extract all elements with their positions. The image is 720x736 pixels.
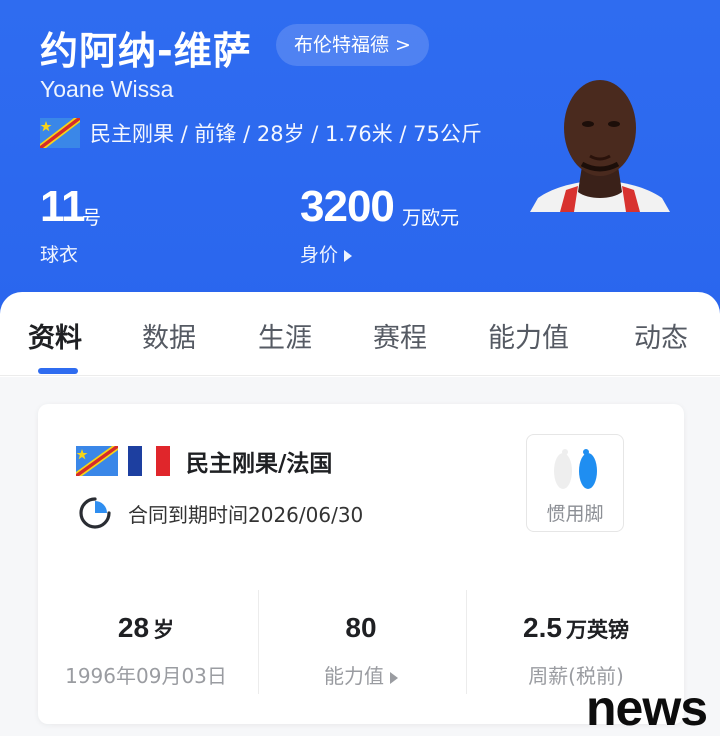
ability-label: 能力值: [324, 664, 384, 688]
nationality-text: 民主刚果/法国: [186, 451, 333, 477]
tab-data[interactable]: 数据: [142, 316, 196, 355]
birth-date: 1996年09月03日: [65, 664, 227, 688]
wage-value: 2.5: [523, 612, 562, 643]
contract-row: 合同到期时间2026/06/30: [78, 496, 363, 530]
tab-profile[interactable]: 资料: [28, 316, 82, 355]
preferred-foot-label: 惯用脚: [546, 503, 604, 525]
player-name-cn: 约阿纳-维萨: [40, 29, 252, 73]
contract-clock-icon: [79, 497, 111, 529]
player-avatar: [530, 80, 670, 212]
france-flag-icon: [128, 446, 170, 476]
caret-right-icon: [344, 249, 353, 262]
tab-indicator: [38, 368, 78, 374]
club-link-button[interactable]: 布伦特福德 >: [276, 24, 429, 66]
market-value-link[interactable]: 身价: [300, 240, 353, 267]
player-header: 约阿纳-维萨 布伦特福德 > Yoane Wissa 民主刚果 / 前锋 / 2…: [0, 0, 720, 320]
drc-flag-icon: [40, 118, 80, 148]
market-value-label: 身价: [300, 244, 339, 266]
ability-stat[interactable]: 80 能力值: [253, 590, 469, 700]
preferred-foot-box: 惯用脚: [526, 434, 624, 532]
feet-icon: [554, 449, 597, 489]
age-value: 28: [117, 612, 150, 643]
nationality-row: 民主刚果/法国: [76, 444, 332, 478]
player-info-text: 民主刚果 / 前锋 / 28岁 / 1.76米 / 75公斤: [90, 122, 482, 146]
contract-expiry-text: 合同到期时间2026/06/30: [128, 502, 364, 527]
jersey-number-unit: 号: [82, 207, 102, 229]
drc-flag-icon: [76, 446, 118, 476]
tab-ability[interactable]: 能力值: [488, 316, 569, 355]
age-stat: 28 岁 1996年09月03日: [38, 590, 254, 700]
market-value: 3200: [300, 182, 395, 231]
ability-value: 80: [345, 612, 377, 643]
tab-bar: 资料 数据 生涯 赛程 能力值 动态: [0, 292, 720, 376]
caret-right-icon: [390, 671, 398, 684]
news-watermark: news: [586, 680, 708, 736]
jersey-label: 球衣: [40, 244, 79, 266]
tab-career[interactable]: 生涯: [258, 316, 312, 355]
player-name-en: Yoane Wissa: [40, 76, 174, 102]
stat-divider: [466, 590, 467, 694]
market-value-unit: 万欧元: [402, 207, 460, 229]
player-info-line: 民主刚果 / 前锋 / 28岁 / 1.76米 / 75公斤: [40, 118, 482, 148]
jersey-number: 11: [40, 182, 86, 231]
wage-unit: 万英镑: [565, 618, 629, 642]
tab-news[interactable]: 动态: [634, 316, 688, 355]
age-unit: 岁: [153, 618, 175, 642]
tab-schedule[interactable]: 赛程: [373, 316, 427, 355]
profile-card: 民主刚果/法国 合同到期时间2026/06/30 惯用脚 28 岁 1996年09…: [38, 404, 684, 724]
